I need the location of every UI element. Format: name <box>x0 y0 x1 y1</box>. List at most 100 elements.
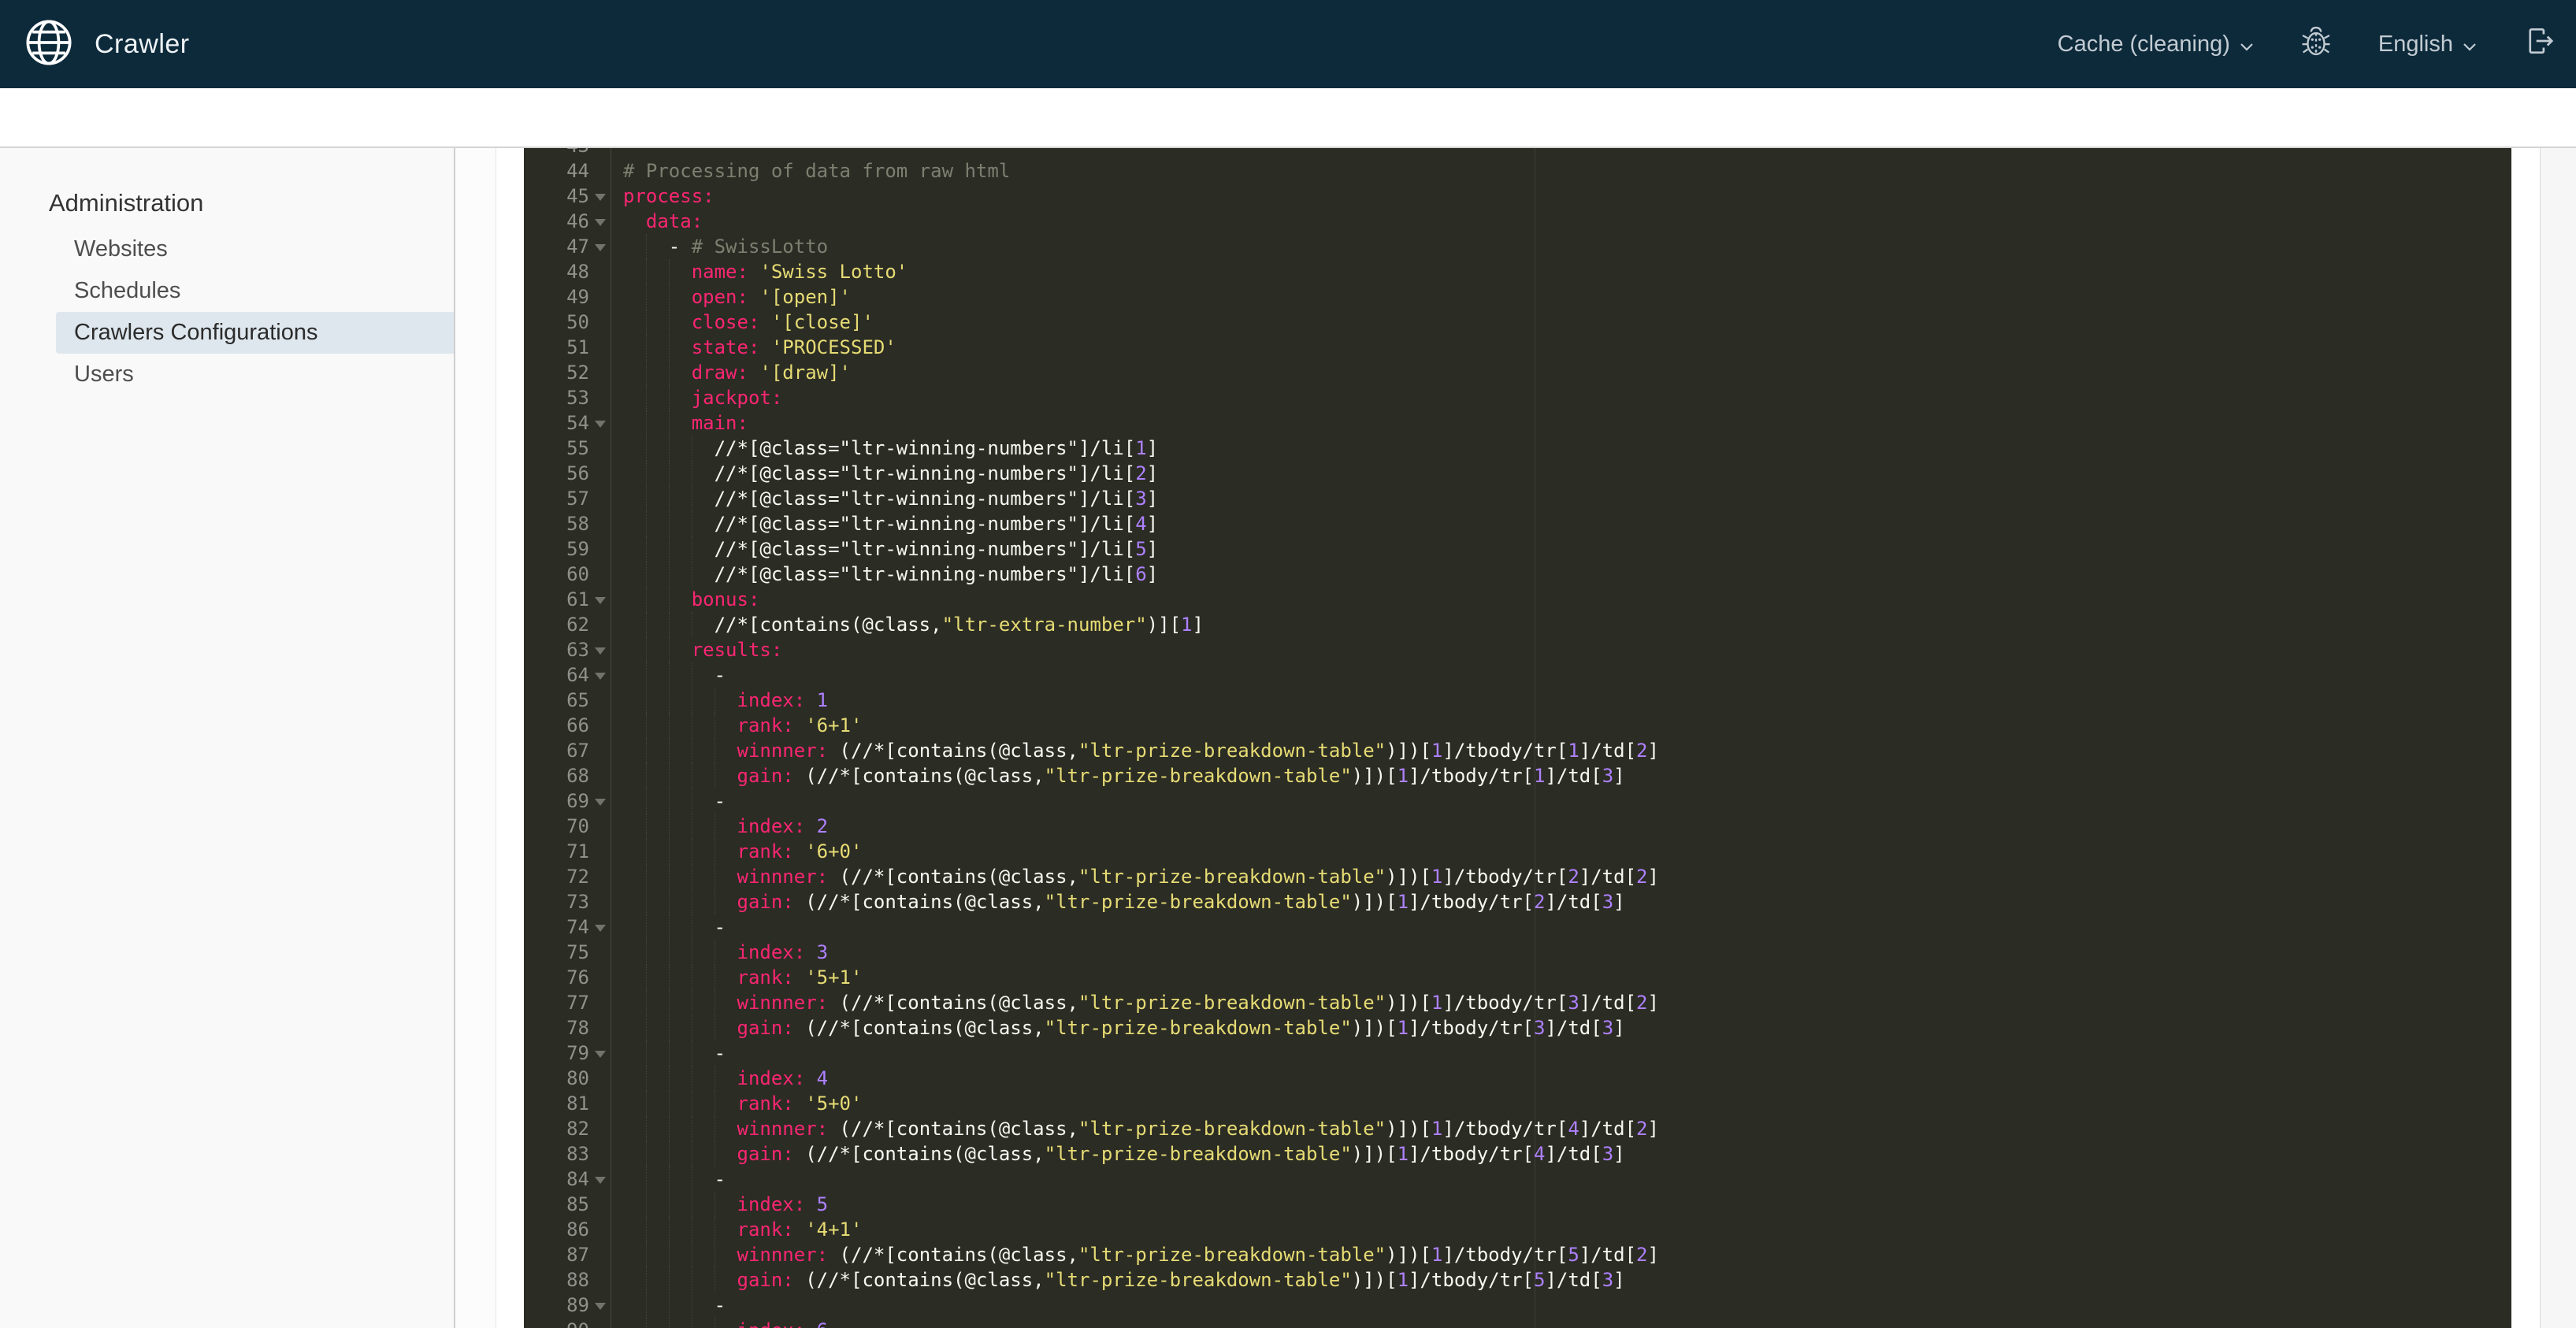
line-number: 46 <box>566 210 589 232</box>
code-content: index: 3 <box>611 940 2511 965</box>
fold-arrow-icon[interactable] <box>594 244 606 251</box>
fold-zone[interactable] <box>589 788 611 814</box>
line-number: 62 <box>566 614 589 636</box>
code-line[interactable]: 84 - <box>524 1167 2511 1192</box>
code-line[interactable]: 77 winnner: (//*[contains(@class,"ltr-pr… <box>524 990 2511 1015</box>
fold-arrow-icon[interactable] <box>594 799 606 806</box>
code-line[interactable]: 51 state: 'PROCESSED' <box>524 335 2511 360</box>
fold-zone[interactable] <box>589 914 611 940</box>
gutter-cell: 72 <box>524 864 611 889</box>
gutter-cell: 75 <box>524 940 611 965</box>
fold-arrow-icon[interactable] <box>594 421 606 428</box>
code-line[interactable]: 60 //*[@class="ltr-winning-numbers"]/li[… <box>524 562 2511 587</box>
sidebar-item-users[interactable]: Users <box>56 354 454 395</box>
code-line[interactable]: 87 winnner: (//*[contains(@class,"ltr-pr… <box>524 1242 2511 1267</box>
sidebar-item-schedules[interactable]: Schedules <box>56 270 454 312</box>
chevron-down-icon <box>2240 32 2254 57</box>
code-line[interactable]: 83 gain: (//*[contains(@class,"ltr-prize… <box>524 1141 2511 1167</box>
code-line[interactable]: 47 - # SwissLotto <box>524 234 2511 259</box>
code-line[interactable]: 81 rank: '5+0' <box>524 1091 2511 1116</box>
code-line[interactable]: 72 winnner: (//*[contains(@class,"ltr-pr… <box>524 864 2511 889</box>
code-line[interactable]: 86 rank: '4+1' <box>524 1217 2511 1242</box>
logout-button[interactable] <box>2522 24 2557 65</box>
code-line[interactable]: 78 gain: (//*[contains(@class,"ltr-prize… <box>524 1015 2511 1041</box>
fold-zone[interactable] <box>589 209 611 234</box>
code-line[interactable]: 48 name: 'Swiss Lotto' <box>524 259 2511 284</box>
fold-zone <box>589 738 611 763</box>
fold-arrow-icon[interactable] <box>594 925 606 932</box>
code-line[interactable]: 64 - <box>524 662 2511 688</box>
code-line[interactable]: 56 //*[@class="ltr-winning-numbers"]/li[… <box>524 461 2511 486</box>
code-line[interactable]: 61 bonus: <box>524 587 2511 612</box>
code-line[interactable]: 80 index: 4 <box>524 1066 2511 1091</box>
fold-zone[interactable] <box>589 410 611 436</box>
fold-arrow-icon[interactable] <box>594 673 606 680</box>
fold-arrow-icon[interactable] <box>594 597 606 604</box>
code-line[interactable]: 90 index: 6 <box>524 1318 2511 1328</box>
sidebar-item-crawlers-configurations[interactable]: Crawlers Configurations <box>56 312 454 354</box>
code-line[interactable]: 57 //*[@class="ltr-winning-numbers"]/li[… <box>524 486 2511 511</box>
line-number: 60 <box>566 563 589 585</box>
debug-button[interactable] <box>2299 24 2333 64</box>
code-line[interactable]: 82 winnner: (//*[contains(@class,"ltr-pr… <box>524 1116 2511 1141</box>
fold-arrow-icon[interactable] <box>594 194 606 201</box>
fold-zone[interactable] <box>589 184 611 209</box>
fold-zone <box>589 536 611 562</box>
fold-zone[interactable] <box>589 637 611 662</box>
code-line[interactable]: 71 rank: '6+0' <box>524 839 2511 864</box>
code-line[interactable]: 65 index: 1 <box>524 688 2511 713</box>
fold-arrow-icon[interactable] <box>594 1303 606 1310</box>
code-line[interactable]: 79 - <box>524 1041 2511 1066</box>
code-line[interactable]: 52 draw: '[draw]' <box>524 360 2511 385</box>
fold-zone[interactable] <box>589 234 611 259</box>
fold-arrow-icon[interactable] <box>594 647 606 655</box>
gutter-cell: 66 <box>524 713 611 738</box>
code-content: gain: (//*[contains(@class,"ltr-prize-br… <box>611 1141 2511 1167</box>
code-line[interactable]: 75 index: 3 <box>524 940 2511 965</box>
code-line[interactable]: 76 rank: '5+1' <box>524 965 2511 990</box>
code-line[interactable]: 67 winnner: (//*[contains(@class,"ltr-pr… <box>524 738 2511 763</box>
fold-arrow-icon[interactable] <box>594 1051 606 1058</box>
code-line[interactable]: 88 gain: (//*[contains(@class,"ltr-prize… <box>524 1267 2511 1293</box>
fold-zone[interactable] <box>589 1167 611 1192</box>
code-line[interactable]: 58 //*[@class="ltr-winning-numbers"]/li[… <box>524 511 2511 536</box>
code-line[interactable]: 63 results: <box>524 637 2511 662</box>
sidebar-scroll-lane[interactable] <box>455 148 496 1328</box>
code-line[interactable]: 66 rank: '6+1' <box>524 713 2511 738</box>
fold-zone[interactable] <box>589 587 611 612</box>
fold-zone[interactable] <box>589 1293 611 1318</box>
code-content: winnner: (//*[contains(@class,"ltr-prize… <box>611 864 2511 889</box>
code-editor[interactable]: 4344# Processing of data from raw html45… <box>524 148 2511 1328</box>
code-line[interactable]: 53 jackpot: <box>524 385 2511 410</box>
fold-zone[interactable] <box>589 662 611 688</box>
code-line[interactable]: 49 open: '[open]' <box>524 284 2511 310</box>
code-line[interactable]: 45 process: <box>524 184 2511 209</box>
code-line[interactable]: 59 //*[@class="ltr-winning-numbers"]/li[… <box>524 536 2511 562</box>
code-content: //*[@class="ltr-winning-numbers"]/li[6] <box>611 562 2511 587</box>
code-line[interactable]: 89 - <box>524 1293 2511 1318</box>
gutter-cell: 46 <box>524 209 611 234</box>
code-line[interactable]: 69 - <box>524 788 2511 814</box>
code-line[interactable]: 55 //*[@class="ltr-winning-numbers"]/li[… <box>524 436 2511 461</box>
code-line[interactable]: 44 # Processing of data from raw html <box>524 158 2511 184</box>
code-line[interactable]: 46 data: <box>524 209 2511 234</box>
code-content: bonus: <box>611 587 2511 612</box>
code-line[interactable]: 54 main: <box>524 410 2511 436</box>
language-menu-button[interactable]: English <box>2374 31 2481 58</box>
fold-arrow-icon[interactable] <box>594 219 606 226</box>
line-number: 61 <box>566 588 589 610</box>
code-line[interactable]: 68 gain: (//*[contains(@class,"ltr-prize… <box>524 763 2511 788</box>
page-scrollbar[interactable] <box>2540 148 2576 1328</box>
fold-zone[interactable] <box>589 1041 611 1066</box>
code-line[interactable]: 85 index: 5 <box>524 1192 2511 1217</box>
code-line[interactable]: 70 index: 2 <box>524 814 2511 839</box>
code-line[interactable]: 43 <box>524 148 2511 158</box>
code-line[interactable]: 50 close: '[close]' <box>524 310 2511 335</box>
sidebar-item-websites[interactable]: Websites <box>56 228 454 270</box>
code-content <box>611 148 2511 158</box>
cache-menu-button[interactable]: Cache (cleaning) <box>2053 31 2259 58</box>
code-line[interactable]: 74 - <box>524 914 2511 940</box>
fold-arrow-icon[interactable] <box>594 1177 606 1184</box>
code-line[interactable]: 73 gain: (//*[contains(@class,"ltr-prize… <box>524 889 2511 914</box>
code-line[interactable]: 62 //*[contains(@class,"ltr-extra-number… <box>524 612 2511 637</box>
